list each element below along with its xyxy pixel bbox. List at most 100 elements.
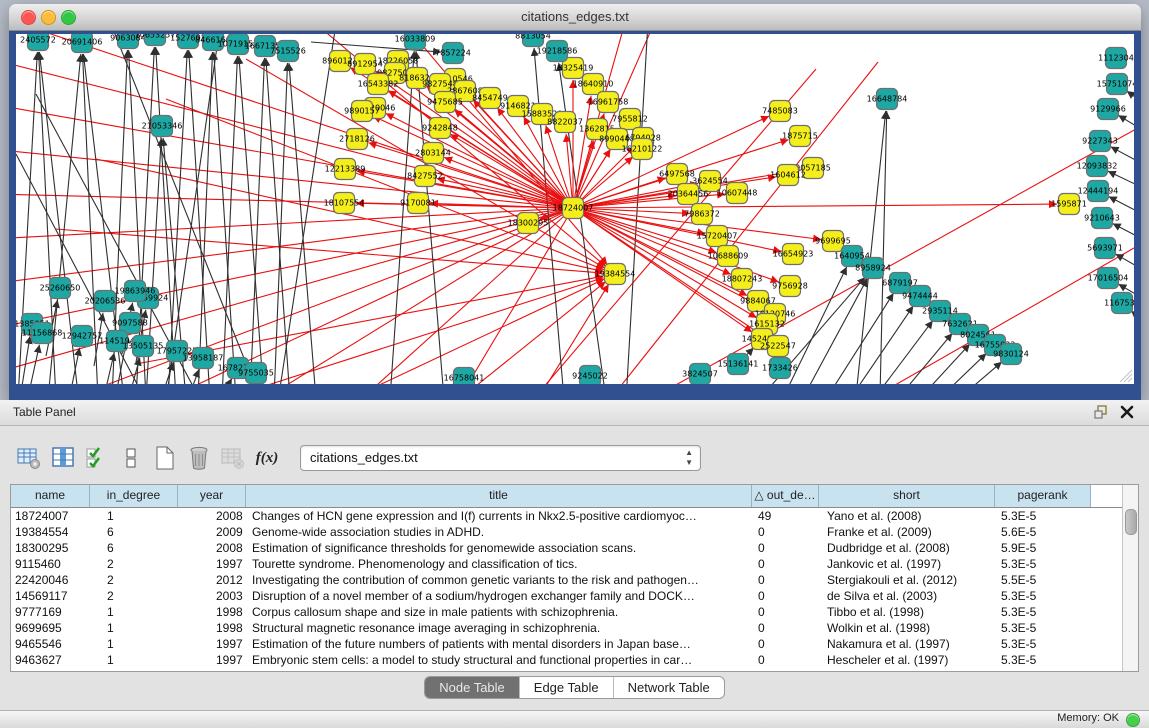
- table-cell[interactable]: Structural magnetic resonance image aver…: [246, 620, 752, 636]
- graph-node[interactable]: 20691406: [62, 34, 103, 53]
- table-cell[interactable]: 1998: [178, 604, 246, 620]
- graph-edge[interactable]: [1131, 311, 1134, 332]
- function-builder-icon[interactable]: f(x): [252, 443, 282, 473]
- graph-node[interactable]: 9210643: [1084, 208, 1120, 229]
- resize-grip[interactable]: [1117, 367, 1133, 383]
- graph-edge[interactable]: [266, 58, 290, 384]
- graph-edge[interactable]: [191, 369, 199, 384]
- graph-node[interactable]: 16648784: [867, 89, 908, 110]
- graph-edge[interactable]: [198, 52, 212, 384]
- table-cell[interactable]: Franke et al. (2009): [819, 524, 995, 540]
- column-header-out_de[interactable]: △ out_de…: [752, 485, 819, 507]
- table-cell[interactable]: Hescheler et al. (1997): [819, 652, 995, 668]
- close-panel-icon[interactable]: [1119, 404, 1135, 420]
- graph-node[interactable]: 19384554: [595, 264, 636, 285]
- vertical-scrollbar[interactable]: [1122, 485, 1138, 671]
- table-cell[interactable]: 1: [90, 620, 178, 636]
- table-cell[interactable]: Investigating the contribution of common…: [246, 572, 752, 588]
- table-cell[interactable]: 0: [752, 572, 819, 588]
- table-settings-icon[interactable]: [14, 443, 44, 473]
- table-cell[interactable]: 1998: [178, 620, 246, 636]
- table-cell[interactable]: 0: [752, 652, 819, 668]
- table-cell[interactable]: 1: [90, 652, 178, 668]
- table-cell[interactable]: 5.3E-5: [995, 556, 1091, 572]
- graph-edge[interactable]: [224, 378, 232, 384]
- table-cell[interactable]: 18300295: [11, 540, 90, 556]
- table-row[interactable]: 1830029562008Estimation of significance …: [11, 540, 1138, 556]
- graph-node[interactable]: 7485083: [762, 101, 798, 122]
- graph-edge[interactable]: [876, 321, 933, 384]
- table-cell[interactable]: de Silva et al. (2003): [819, 588, 995, 604]
- table-cell[interactable]: 9465546: [11, 636, 90, 652]
- graph-node[interactable]: 10607448: [717, 183, 758, 204]
- table-cell[interactable]: 18724007: [11, 508, 90, 524]
- graph-edge[interactable]: [246, 278, 604, 384]
- table-cell[interactable]: 5.9E-5: [995, 540, 1091, 556]
- new-document-icon[interactable]: [150, 443, 180, 473]
- graph-edge[interactable]: [1127, 91, 1134, 112]
- table-cell[interactable]: 1997: [178, 556, 246, 572]
- select-all-icon[interactable]: [82, 443, 112, 473]
- table-row[interactable]: 946362711997Embryonic stem cells: a mode…: [11, 652, 1138, 668]
- delete-table-icon[interactable]: [218, 443, 248, 473]
- graph-node[interactable]: 3824507: [682, 364, 718, 385]
- table-row[interactable]: 1456911722003Disruption of a novel membe…: [11, 588, 1138, 604]
- table-cell[interactable]: Estimation of the future numbers of pati…: [246, 636, 752, 652]
- column-header-name[interactable]: name: [11, 485, 90, 507]
- table-cell[interactable]: 49: [752, 508, 819, 524]
- table-cell[interactable]: Embryonic stem cells: a model to study s…: [246, 652, 752, 668]
- table-cell[interactable]: 5.3E-5: [995, 508, 1091, 524]
- table-cell[interactable]: 5.3E-5: [995, 620, 1091, 636]
- graph-node[interactable]: 9227343: [1082, 131, 1118, 152]
- graph-node[interactable]: 6497568: [659, 164, 695, 185]
- graph-edge[interactable]: [136, 47, 154, 384]
- graph-node[interactable]: 7857224: [435, 43, 471, 64]
- table-cell[interactable]: 0: [752, 524, 819, 540]
- graph-edge[interactable]: [804, 279, 867, 384]
- graph-node[interactable]: 1875715: [782, 126, 818, 147]
- graph-node[interactable]: 9756928: [772, 276, 808, 297]
- column-header-year[interactable]: year: [178, 485, 246, 507]
- graph-edge[interactable]: [30, 345, 39, 384]
- tab-edge-table[interactable]: Edge Table: [520, 677, 614, 698]
- graph-node[interactable]: 12942757: [62, 326, 103, 347]
- graph-edge[interactable]: [900, 333, 952, 384]
- table-cell[interactable]: 0: [752, 604, 819, 620]
- graph-node[interactable]: 16654923: [773, 244, 814, 265]
- graph-node[interactable]: 25260650: [40, 278, 81, 299]
- table-cell[interactable]: 19384554: [11, 524, 90, 540]
- table-cell[interactable]: 14569117: [11, 588, 90, 604]
- table-cell[interactable]: 0: [752, 620, 819, 636]
- table-cell[interactable]: 5.5E-5: [995, 572, 1091, 588]
- table-cell[interactable]: Changes of HCN gene expression and I(f) …: [246, 508, 752, 524]
- graph-edge[interactable]: [168, 50, 187, 384]
- table-cell[interactable]: 0: [752, 540, 819, 556]
- table-cell[interactable]: 2008: [178, 540, 246, 556]
- table-cell[interactable]: Tourette syndrome. Phenomenology and cla…: [246, 556, 752, 572]
- table-cell[interactable]: 0: [752, 556, 819, 572]
- table-row[interactable]: 1872400712008Changes of HCN gene express…: [11, 508, 1138, 524]
- graph-node[interactable]: 9170081: [400, 193, 436, 214]
- table-row[interactable]: 977716911998Corpus callosum shape and si…: [11, 604, 1138, 620]
- table-cell[interactable]: 9699695: [11, 620, 90, 636]
- column-header-short[interactable]: short: [819, 485, 995, 507]
- table-cell[interactable]: 1997: [178, 652, 246, 668]
- table-cell[interactable]: Yano et al. (2008): [819, 508, 995, 524]
- table-cell[interactable]: 6: [90, 540, 178, 556]
- graph-edge[interactable]: [942, 353, 986, 384]
- table-cell[interactable]: 5.3E-5: [995, 604, 1091, 620]
- graph-edge[interactable]: [289, 63, 316, 384]
- table-cell[interactable]: Tibbo et al. (1998): [819, 604, 995, 620]
- table-cell[interactable]: Wolkin et al. (1998): [819, 620, 995, 636]
- column-header-title[interactable]: title: [246, 485, 752, 507]
- table-select-combo[interactable]: citations_edges.txt ▲▼: [300, 445, 701, 471]
- tab-network-table[interactable]: Network Table: [614, 677, 724, 698]
- table-cell[interactable]: Estimation of significance thresholds fo…: [246, 540, 752, 556]
- network-window-titlebar[interactable]: citations_edges.txt: [9, 4, 1141, 31]
- table-cell[interactable]: 1: [90, 636, 178, 652]
- graph-edge[interactable]: [250, 58, 264, 384]
- table-cell[interactable]: 2008: [178, 508, 246, 524]
- network-canvas[interactable]: 1872400789601238912954182260589827503165…: [16, 34, 1134, 384]
- float-panel-icon[interactable]: [1093, 404, 1109, 420]
- table-cell[interactable]: 2012: [178, 572, 246, 588]
